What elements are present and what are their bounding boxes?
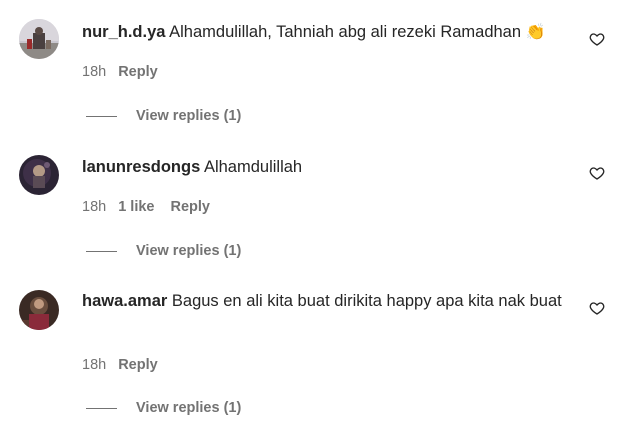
comment-username[interactable]: hawa.amar (82, 292, 167, 310)
reply-button[interactable]: Reply (118, 64, 158, 80)
avatar[interactable] (19, 290, 59, 330)
heart-outline-icon[interactable] (589, 165, 605, 181)
like-count[interactable]: 1 like (118, 199, 154, 215)
reply-button[interactable]: Reply (170, 199, 210, 215)
comment-meta: 18h Reply (82, 64, 158, 80)
comment-username[interactable]: lanunresdongs (82, 158, 200, 176)
comment-meta: 18h Reply (82, 357, 158, 373)
view-replies-label[interactable]: View replies (1) (136, 243, 241, 259)
comment-text: nur_h.d.ya Alhamdulillah, Tahniah abg al… (82, 21, 562, 44)
avatar[interactable] (19, 19, 59, 59)
divider (86, 250, 117, 252)
heart-outline-icon[interactable] (589, 300, 605, 316)
divider (86, 407, 117, 409)
view-replies-button[interactable]: View replies (1) (86, 108, 241, 124)
comment-body: Alhamdulillah (203, 158, 303, 176)
comment-timestamp: 18h (82, 357, 107, 373)
comment-timestamp: 18h (82, 64, 107, 80)
view-replies-button[interactable]: View replies (1) (86, 243, 241, 259)
comment-timestamp: 18h (82, 199, 107, 215)
view-replies-label[interactable]: View replies (1) (136, 108, 241, 124)
view-replies-button[interactable]: View replies (1) (86, 400, 241, 416)
reply-button[interactable]: Reply (118, 357, 158, 373)
comment-meta: 18h 1 like Reply (82, 199, 210, 215)
comment-username[interactable]: nur_h.d.ya (82, 23, 165, 41)
comment-body: Bagus en ali kita buat dirikita happy ap… (171, 292, 562, 310)
comment-text: lanunresdongs Alhamdulillah (82, 156, 562, 179)
comment-body: Alhamdulillah, Tahniah abg ali rezeki Ra… (169, 23, 522, 41)
view-replies-label[interactable]: View replies (1) (136, 400, 241, 416)
clapping-hands-emoji: 👏 (525, 24, 546, 41)
heart-outline-icon[interactable] (589, 31, 605, 47)
comment-text: hawa.amar Bagus en ali kita buat dirikit… (82, 290, 562, 313)
avatar[interactable] (19, 155, 59, 195)
divider (86, 115, 117, 117)
